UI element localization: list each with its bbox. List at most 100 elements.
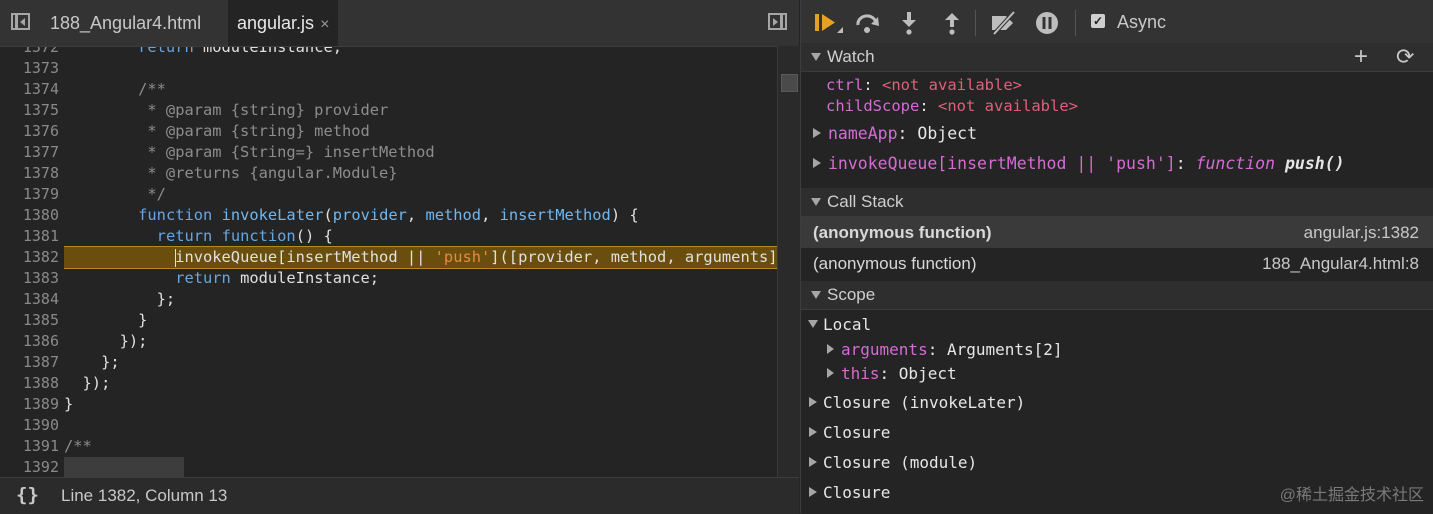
- line-number: 1389: [22, 395, 59, 413]
- code-line: }: [64, 311, 148, 329]
- debugger-toolbar: ✓ Async: [801, 0, 1433, 47]
- toolbar-divider: [1075, 10, 1076, 36]
- line-number: 1379: [22, 185, 59, 203]
- line-number: 1378: [22, 164, 59, 182]
- vertical-scrollbar[interactable]: [777, 46, 800, 477]
- expand-arrow-icon[interactable]: [809, 427, 817, 437]
- code-line: * @param {String=} insertMethod: [64, 143, 435, 161]
- line-number: 1375: [22, 101, 59, 119]
- call-frame-function: (anonymous function): [813, 254, 977, 273]
- tab-188-angular4-html[interactable]: 188_Angular4.html: [50, 0, 201, 46]
- call-stack-section-header[interactable]: Call Stack: [801, 188, 1433, 217]
- step-over-icon[interactable]: [854, 11, 882, 35]
- expand-arrow-icon[interactable]: [809, 397, 817, 407]
- expand-arrow-icon[interactable]: [809, 457, 817, 467]
- horizontal-scrollbar-thumb[interactable]: [64, 457, 184, 477]
- scope-variable[interactable]: arguments: Arguments[2]: [841, 340, 1063, 359]
- expand-arrow-icon[interactable]: [827, 344, 834, 354]
- toggle-navigator-icon[interactable]: [11, 13, 30, 30]
- call-frame[interactable]: (anonymous function) 188_Angular4.html:8: [801, 248, 1433, 279]
- call-frame-function: (anonymous function): [813, 223, 992, 242]
- line-number: 1383: [22, 269, 59, 287]
- line-number: 1385: [22, 311, 59, 329]
- tab-angular-js[interactable]: angular.js ×: [228, 0, 339, 46]
- code-line: return moduleInstance;: [175, 269, 380, 287]
- line-number: 1386: [22, 332, 59, 350]
- vertical-scrollbar-thumb[interactable]: [781, 74, 798, 92]
- watch-expression[interactable]: childScope: <not available>: [826, 97, 1078, 115]
- toggle-debugger-icon[interactable]: [768, 13, 787, 30]
- code-line: /**: [64, 80, 166, 98]
- step-into-icon[interactable]: [899, 11, 919, 35]
- code-line: });: [64, 374, 111, 392]
- call-frame-location[interactable]: angular.js:1382: [1304, 223, 1419, 243]
- line-number: 1381: [22, 227, 59, 245]
- code-line: /**: [64, 437, 92, 455]
- section-title: Scope: [827, 285, 876, 304]
- close-tab-icon[interactable]: ×: [320, 16, 329, 33]
- code-line: };: [64, 353, 120, 371]
- collapse-arrow-icon: [811, 198, 821, 206]
- code-line: */: [64, 185, 166, 203]
- scope-closure[interactable]: Closure: [823, 483, 890, 502]
- line-number: 1391: [22, 437, 59, 455]
- watch-expression[interactable]: ctrl: <not available>: [826, 76, 1022, 94]
- paused-execution-line[interactable]: invokeQueue[insertMethod || 'push']([pro…: [64, 246, 777, 269]
- tab-label: angular.js: [237, 13, 315, 33]
- line-number-gutter: 1372 1373 1374 1375 1376 1377 1378 1379 …: [0, 37, 64, 477]
- scope-local[interactable]: Local: [823, 315, 871, 334]
- pretty-print-button[interactable]: {}: [16, 484, 39, 506]
- cursor-position: Line 1382, Column 13: [61, 486, 228, 505]
- line-number-current[interactable]: 1382: [0, 247, 64, 268]
- editor-status-bar: {} Line 1382, Column 13: [0, 477, 799, 514]
- refresh-watch-icon[interactable]: ⟳: [1396, 44, 1414, 70]
- toolbar-divider: [975, 10, 976, 36]
- add-watch-icon[interactable]: +: [1354, 43, 1368, 71]
- call-frame-selected[interactable]: (anonymous function) angular.js:1382: [801, 217, 1433, 248]
- code-line: * @param {string} provider: [64, 101, 389, 119]
- scope-variable[interactable]: this: Object: [841, 364, 957, 383]
- resume-icon[interactable]: [813, 11, 847, 35]
- pause-on-exceptions-icon[interactable]: [1035, 11, 1059, 35]
- code-line: };: [64, 290, 176, 308]
- line-number: 1384: [22, 290, 59, 308]
- code-line: * @param {string} method: [64, 122, 370, 140]
- code-line: * @returns {angular.Module}: [64, 164, 398, 182]
- watermark: @稀土掘金技术社区: [1279, 487, 1424, 504]
- scope-closure[interactable]: Closure (module): [823, 453, 977, 472]
- scope-closure[interactable]: Closure: [823, 423, 890, 442]
- collapse-arrow-icon: [811, 291, 821, 299]
- line-number: 1374: [22, 80, 59, 98]
- expand-arrow-icon[interactable]: [813, 128, 821, 138]
- watch-expression[interactable]: invokeQueue[insertMethod || 'push']: fun…: [828, 154, 1345, 173]
- source-editor-panel: 1372 1373 1374 1375 1376 1377 1378 1379 …: [0, 0, 800, 514]
- expand-arrow-icon[interactable]: [809, 487, 817, 497]
- watch-section-header[interactable]: Watch + ⟳: [801, 43, 1433, 72]
- line-number: 1392: [22, 458, 59, 476]
- scope-closure[interactable]: Closure (invokeLater): [823, 393, 1025, 412]
- expand-arrow-icon[interactable]: [827, 368, 834, 378]
- line-number: 1388: [22, 374, 59, 392]
- step-out-icon[interactable]: [942, 11, 962, 35]
- line-number: 1390: [22, 416, 59, 434]
- line-number: 1387: [22, 353, 59, 371]
- line-number: 1376: [22, 122, 59, 140]
- code-line: });: [64, 332, 148, 350]
- collapse-arrow-icon: [811, 53, 821, 61]
- line-number: 1380: [22, 206, 59, 224]
- editor-tab-bar: 188_Angular4.html angular.js ×: [0, 0, 799, 47]
- scope-section-header[interactable]: Scope: [801, 281, 1433, 310]
- async-checkbox[interactable]: ✓: [1091, 14, 1105, 28]
- code-line: function invokeLater(provider, method, i…: [138, 206, 639, 224]
- call-frame-location[interactable]: 188_Angular4.html:8: [1262, 254, 1419, 274]
- code-area[interactable]: return moduleInstance; /** * @param {str…: [64, 37, 777, 477]
- line-number: 1373: [22, 59, 59, 77]
- tab-label: 188_Angular4.html: [50, 13, 202, 33]
- expand-arrow-icon[interactable]: [813, 158, 821, 168]
- collapse-arrow-icon[interactable]: [808, 320, 818, 328]
- deactivate-breakpoints-icon[interactable]: [989, 11, 1019, 35]
- line-number: 1377: [22, 143, 59, 161]
- watch-expression[interactable]: nameApp: Object: [828, 124, 977, 143]
- section-title: Call Stack: [827, 192, 904, 211]
